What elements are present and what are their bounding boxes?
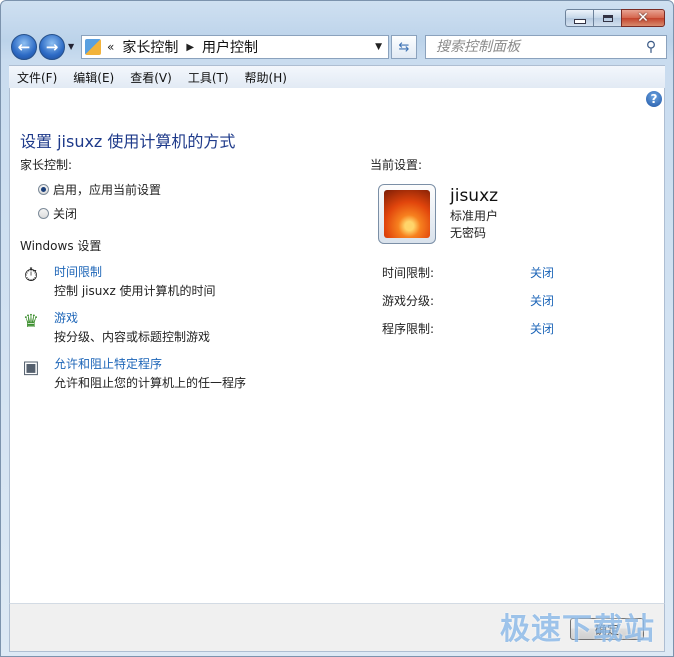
minimize-icon (573, 18, 586, 24)
control-panel-icon (85, 39, 101, 55)
arrow-right-icon: → (45, 38, 59, 56)
refresh-button[interactable]: ⇆ (391, 35, 417, 59)
forward-button[interactable]: → (39, 34, 65, 60)
breadcrumb-overflow[interactable]: « (107, 40, 114, 54)
breadcrumb-separator-icon[interactable]: ▶ (186, 42, 194, 53)
breadcrumb-item-user-controls[interactable]: 用户控制 (202, 37, 258, 57)
stopwatch-icon: ⏱ (23, 264, 39, 286)
radio-off-option[interactable]: 关闭 (38, 205, 77, 222)
menu-bar: 文件(F) 编辑(E) 查看(V) 工具(T) 帮助(H) (9, 65, 665, 88)
time-limits-desc: 控制 jisuxz 使用计算机的时间 (54, 284, 216, 298)
time-limits-link[interactable]: 时间限制 (54, 263, 216, 280)
avatar-flower-image (384, 190, 430, 238)
chevron-down-icon: ▼ (68, 42, 75, 51)
menu-file[interactable]: 文件(F) (9, 69, 65, 86)
menu-view[interactable]: 查看(V) (122, 69, 180, 86)
current-settings-label: 当前设置: (370, 158, 423, 172)
page-title: 设置 jisuxz 使用计算机的方式 (20, 132, 236, 151)
help-icon[interactable]: ? (646, 91, 662, 107)
user-type: 标准用户 (450, 209, 499, 223)
programs-desc: 允许和阻止您的计算机上的任一程序 (54, 376, 247, 390)
radio-off[interactable] (38, 208, 49, 219)
search-box: ⚲ (425, 35, 667, 59)
close-icon: ✕ (637, 10, 649, 26)
maximize-icon (602, 14, 613, 22)
program-icon: ▣ (22, 356, 40, 378)
windows-settings-label: Windows 设置 (20, 239, 102, 253)
setting-label: 时间限制: (382, 266, 435, 280)
setting-value[interactable]: 关闭 (530, 292, 554, 309)
user-password-status: 无密码 (450, 226, 487, 240)
search-input[interactable] (434, 38, 642, 56)
close-button[interactable]: ✕ (621, 9, 665, 27)
parental-controls-label: 家长控制: (20, 158, 73, 172)
setting-value[interactable]: 关闭 (530, 320, 554, 337)
setting-label: 程序限制: (382, 322, 435, 336)
back-button[interactable]: ← (11, 34, 37, 60)
user-name: jisuxz (450, 186, 499, 206)
minimize-button[interactable] (565, 9, 593, 27)
user-avatar (378, 184, 436, 244)
games-trophy-icon: ♛ (22, 310, 40, 332)
setting-label: 游戏分级: (382, 294, 435, 308)
games-link[interactable]: 游戏 (54, 309, 210, 326)
content-pane: ? 设置 jisuxz 使用计算机的方式 家长控制: 启用，应用当前设置 关闭 … (9, 88, 665, 603)
navigation-bar: ← → ▼ « 家长控制 ▶ 用户控制 ▼ ⇆ ⚲ (9, 33, 667, 61)
task-time-limits: ⏱ 时间限制 控制 jisuxz 使用计算机的时间 (20, 263, 216, 299)
task-programs: ▣ 允许和阻止特定程序 允许和阻止您的计算机上的任一程序 (20, 355, 246, 391)
radio-on-label[interactable]: 启用，应用当前设置 (53, 181, 161, 198)
task-games: ♛ 游戏 按分级、内容或标题控制游戏 (20, 309, 210, 345)
maximize-button[interactable] (593, 9, 621, 27)
radio-on-option[interactable]: 启用，应用当前设置 (38, 181, 161, 198)
breadcrumb-item-parental-controls[interactable]: 家长控制 (122, 37, 178, 57)
recent-pages-dropdown[interactable]: ▼ (68, 42, 74, 51)
setting-value[interactable]: 关闭 (530, 264, 554, 281)
search-icon[interactable]: ⚲ (642, 39, 660, 55)
radio-off-label[interactable]: 关闭 (53, 205, 77, 222)
address-bar[interactable]: « 家长控制 ▶ 用户控制 ▼ (81, 35, 389, 59)
watermark: 极速下载站 (500, 612, 655, 647)
programs-link[interactable]: 允许和阻止特定程序 (54, 355, 246, 372)
games-desc: 按分级、内容或标题控制游戏 (54, 330, 211, 344)
window: ✕ ← → ▼ « 家长控制 ▶ 用户控制 ▼ ⇆ ⚲ 文件(F) 编辑(E) … (0, 0, 674, 657)
caption-buttons: ✕ (565, 9, 665, 27)
arrow-left-icon: ← (17, 38, 31, 56)
refresh-icon: ⇆ (398, 39, 410, 55)
menu-edit[interactable]: 编辑(E) (65, 69, 122, 86)
radio-on[interactable] (38, 184, 49, 195)
menu-tools[interactable]: 工具(T) (180, 69, 237, 86)
menu-help[interactable]: 帮助(H) (237, 69, 295, 86)
address-dropdown-icon[interactable]: ▼ (375, 42, 382, 52)
